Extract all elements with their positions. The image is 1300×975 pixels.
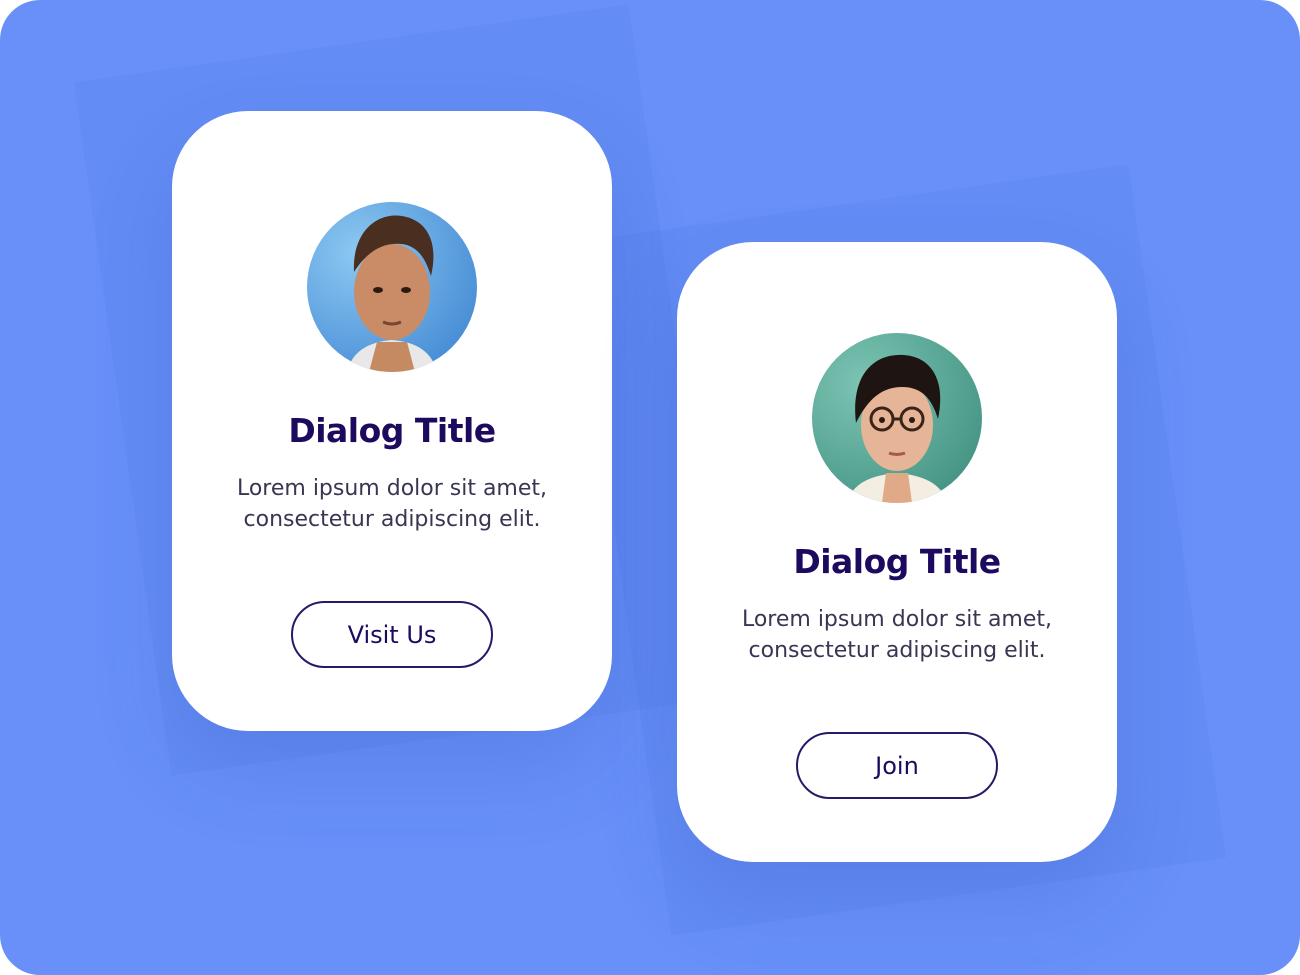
dialog-card: Dialog Title Lorem ipsum dolor sit amet,… — [172, 111, 612, 731]
dialog-title: Dialog Title — [793, 542, 1001, 581]
join-button[interactable]: Join — [796, 732, 998, 799]
visit-us-button[interactable]: Visit Us — [291, 601, 493, 668]
avatar — [812, 333, 982, 503]
dialog-card: Dialog Title Lorem ipsum dolor sit amet,… — [677, 242, 1117, 862]
dialog-body: Lorem ipsum dolor sit amet, consectetur … — [707, 604, 1087, 666]
dialog-body-line: Lorem ipsum dolor sit amet, — [236, 476, 548, 501]
avatar — [307, 202, 477, 372]
dialog-body-line: consectetur adipiscing elit. — [748, 638, 1046, 663]
dialog-body: Lorem ipsum dolor sit amet, consectetur … — [202, 473, 582, 535]
dialog-body-line: consectetur adipiscing elit. — [243, 507, 541, 532]
avatar-boy-glasses-icon — [812, 333, 982, 503]
canvas: Dialog Title Lorem ipsum dolor sit amet,… — [0, 0, 1300, 975]
avatar-man-icon — [307, 202, 477, 372]
dialog-body-line: Lorem ipsum dolor sit amet, — [741, 607, 1053, 632]
dialog-title: Dialog Title — [288, 411, 496, 450]
